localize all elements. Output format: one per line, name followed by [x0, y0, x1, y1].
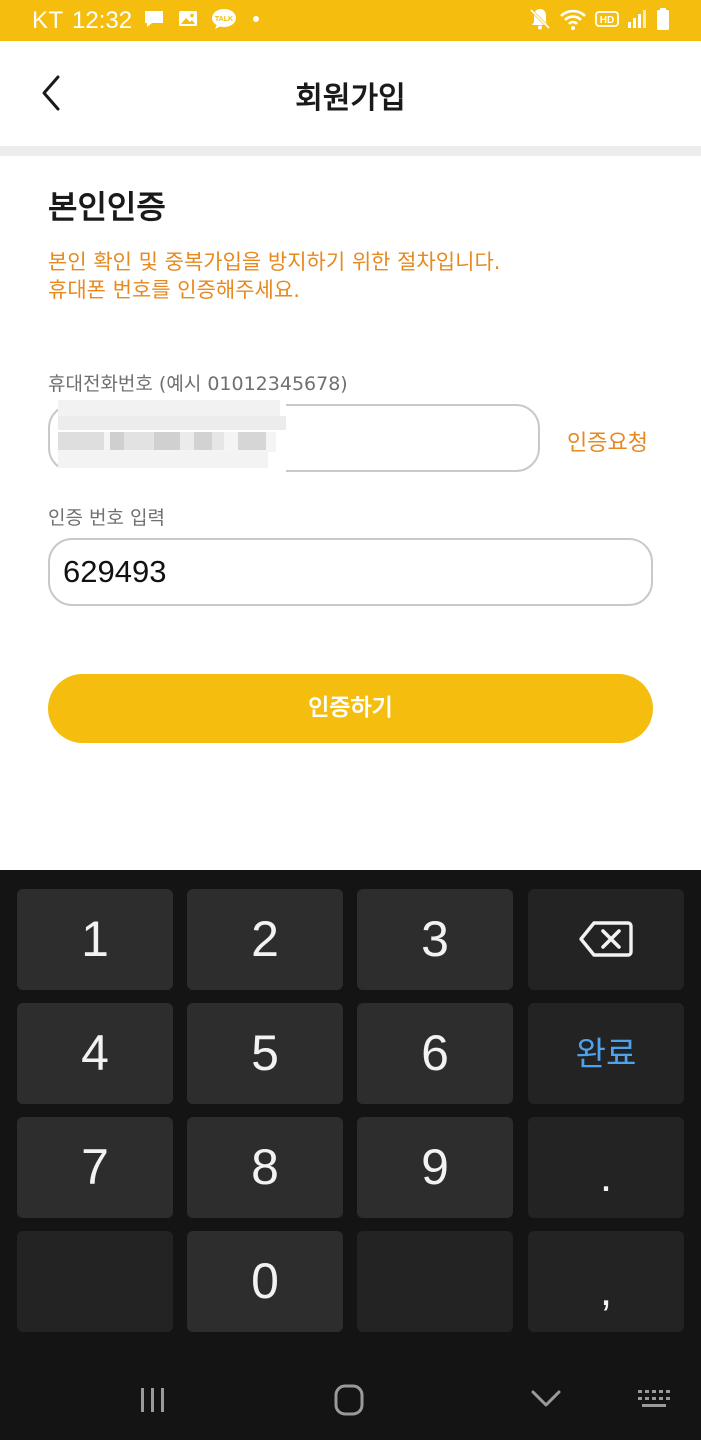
period-key[interactable]: .: [528, 1117, 684, 1218]
recent-apps-button[interactable]: [131, 1380, 175, 1420]
system-icons: HD: [529, 6, 671, 32]
signal-icon: [628, 10, 646, 28]
verification-code-value: 629493: [63, 554, 167, 589]
redacted-phone-mask: [58, 398, 286, 476]
hd-icon: HD: [595, 11, 619, 27]
request-verification-button[interactable]: 인증요청: [567, 425, 648, 457]
status-bar: KT 12:32 TALK HD: [0, 0, 701, 41]
hide-keyboard-button[interactable]: [524, 1380, 568, 1420]
wifi-icon: [560, 9, 586, 30]
backspace-icon: [579, 921, 633, 957]
key-6[interactable]: 6: [357, 1003, 513, 1104]
verify-button[interactable]: 인증하기: [48, 674, 653, 743]
hd-label: HD: [600, 15, 614, 26]
done-key[interactable]: 완료: [528, 1003, 684, 1104]
backspace-key[interactable]: [528, 889, 684, 990]
phone-input[interactable]: [48, 398, 540, 476]
keyboard-switch-button[interactable]: [636, 1380, 676, 1420]
key-3[interactable]: 3: [357, 889, 513, 990]
empty-key-right: [357, 1231, 513, 1332]
code-field-label: 인증 번호 입력: [48, 507, 165, 529]
home-icon: [334, 1384, 364, 1416]
recent-apps-icon: [141, 1388, 164, 1412]
mute-icon: [529, 8, 551, 30]
app-header: 회원가입: [0, 41, 701, 146]
key-5[interactable]: 5: [187, 1003, 343, 1104]
notice-line-2: 휴대폰 번호를 인증해주세요.: [48, 278, 300, 302]
navigation-bar: [0, 1360, 701, 1440]
verification-code-input[interactable]: 629493: [48, 538, 653, 606]
home-button[interactable]: [327, 1380, 371, 1420]
page-title: 회원가입: [295, 81, 406, 116]
comma-key[interactable]: ,: [528, 1231, 684, 1332]
section-title: 본인인증: [48, 188, 166, 226]
status-time: 12:32: [72, 7, 133, 34]
talk-icon: TALK: [212, 9, 236, 29]
battery-icon: [657, 8, 669, 30]
gallery-icon: [179, 11, 197, 26]
key-0[interactable]: 0: [187, 1231, 343, 1332]
key-2[interactable]: 2: [187, 889, 343, 990]
key-7[interactable]: 7: [17, 1117, 173, 1218]
notice-line-1: 본인 확인 및 중복가입을 방지하기 위한 절차입니다.: [48, 250, 501, 274]
numeric-keypad: 1 2 3 4 5 6 완료 7 8 9 . 0 ,: [0, 870, 701, 1360]
key-9[interactable]: 9: [357, 1117, 513, 1218]
dot-icon: [253, 16, 259, 22]
message-icon: [145, 11, 163, 27]
notice-text: 본인 확인 및 중복가입을 방지하기 위한 절차입니다. 휴대폰 번호를 인증해…: [48, 248, 500, 304]
status-carrier: KT: [32, 7, 64, 34]
notification-icons: TALK: [143, 8, 263, 30]
keyboard-icon: [638, 1390, 670, 1407]
chevron-down-icon: [531, 1390, 561, 1407]
phone-field-label: 휴대전화번호 (예시 01012345678): [48, 373, 348, 395]
header-divider: [0, 146, 701, 156]
key-4[interactable]: 4: [17, 1003, 173, 1104]
svg-text:TALK: TALK: [215, 16, 233, 23]
key-1[interactable]: 1: [17, 889, 173, 990]
empty-key-left: [17, 1231, 173, 1332]
key-8[interactable]: 8: [187, 1117, 343, 1218]
